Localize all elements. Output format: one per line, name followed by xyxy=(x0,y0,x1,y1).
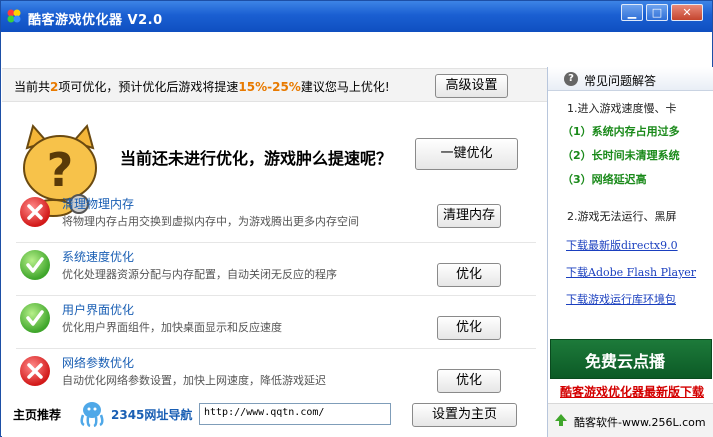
clean-memory-button[interactable]: 清理内存 xyxy=(437,204,501,228)
home-recommend-label: 主页推荐 xyxy=(13,408,62,422)
one-click-optimize-button[interactable]: 一键优化 xyxy=(415,138,518,170)
faq-sidebar: ? 常见问题解答 1.进入游戏速度慢、卡 （1）系统内存占用过多 （2）长时间未… xyxy=(547,67,713,437)
summary-suffix: 建议您马上优化! xyxy=(300,80,390,94)
sidebar-footer: 酷客软件-www.256L.com xyxy=(548,403,713,437)
window-title: 酷客游戏优化器 V2.0 xyxy=(28,13,163,28)
flash-download-link[interactable]: 下载Adobe Flash Player xyxy=(566,264,696,280)
runtime-download-link[interactable]: 下载游戏运行库环境包 xyxy=(566,291,676,307)
summary-prefix: 当前共 xyxy=(14,80,51,94)
speedup-percent: 15%-25% xyxy=(238,80,301,94)
list-item-ui: 用户界面优化 优化用户界面组件，加快桌面显示和反应速度 优化 xyxy=(16,297,536,349)
set-homepage-button[interactable]: 设置为主页 xyxy=(412,403,517,427)
faq-question-2: 2.游戏无法运行、黑屏 xyxy=(567,210,677,223)
item-title: 网络参数优化 xyxy=(62,356,135,370)
faq-answer-2: （2）长时间未清理系统 xyxy=(562,149,680,162)
faq-answer-3: （3）网络延迟高 xyxy=(562,173,647,186)
ok-status-icon xyxy=(20,303,50,333)
item-description: 自动优化网络参数设置，加快上网速度，降低游戏延迟 xyxy=(62,374,326,387)
maximize-button[interactable]: □ xyxy=(646,4,668,21)
summary-text: 当前共2项可优化，预计优化后游戏将提速15%-25%建议您马上优化! xyxy=(14,78,390,95)
latest-version-download-link[interactable]: 酷客游戏优化器最新版下载 xyxy=(560,383,704,400)
footer-site-text: 酷客软件-www.256L.com xyxy=(574,416,706,429)
optimize-network-button[interactable]: 优化 xyxy=(437,369,501,393)
faq-question-1: 1.进入游戏速度慢、卡 xyxy=(567,102,677,115)
banner-text: 免费云点播 xyxy=(585,352,666,371)
cloud-play-banner[interactable]: 免费云点播 xyxy=(550,339,712,379)
close-button[interactable]: ✕ xyxy=(671,4,703,21)
item-title: 系统速度优化 xyxy=(62,250,135,264)
svg-text:?: ? xyxy=(47,143,74,197)
optimization-status-message: 当前还未进行优化，游戏肿么提速呢？ xyxy=(120,149,393,168)
app-window: 酷客游戏优化器 V2.0 ▁ □ ✕ 当前共2项可优化，预计优化后游戏将提速15… xyxy=(0,0,713,437)
list-item-network: 网络参数优化 自动优化网络参数设置，加快上网速度，降低游戏延迟 优化 xyxy=(16,350,536,402)
ok-status-icon xyxy=(20,250,50,280)
item-description: 优化用户界面组件，加快桌面显示和反应速度 xyxy=(62,321,282,334)
summary-bar: 当前共2项可优化，预计优化后游戏将提速15%-25%建议您马上优化! 高级设置 xyxy=(2,68,547,102)
question-icon: ? xyxy=(564,72,578,86)
faq-title: 常见问题解答 xyxy=(584,74,657,88)
summary-middle: 项可优化，预计优化后游戏将提速 xyxy=(58,80,239,94)
minimize-button[interactable]: ▁ xyxy=(621,4,643,21)
faq-header: ? 常见问题解答 xyxy=(548,67,713,91)
app-logo-icon xyxy=(7,9,21,23)
directx-download-link[interactable]: 下载最新版directx9.0 xyxy=(566,237,678,253)
faq-answer-1: （1）系统内存占用过多 xyxy=(562,125,680,138)
2345-nav-link[interactable]: 2345网址导航 xyxy=(111,406,192,423)
list-item-system-speed: 系统速度优化 优化处理器资源分配与内存配置，自动关闭无反应的程序 优化 xyxy=(16,244,536,296)
item-description: 将物理内存占用交换到虚拟内存中，为游戏腾出更多内存空间 xyxy=(62,215,359,228)
item-description: 优化处理器资源分配与内存配置，自动关闭无反应的程序 xyxy=(62,268,337,281)
item-title: 用户界面优化 xyxy=(62,303,135,317)
upload-arrow-icon xyxy=(555,414,567,426)
homepage-url-input[interactable]: http://www.qqtn.com/ xyxy=(199,403,391,425)
error-status-icon xyxy=(20,356,50,386)
optimize-system-button[interactable]: 优化 xyxy=(437,263,501,287)
main-panel: 当前共2项可优化，预计优化后游戏将提速15%-25%建议您马上优化! 高级设置 … xyxy=(2,32,547,437)
optimize-ui-button[interactable]: 优化 xyxy=(437,316,501,340)
title-bar[interactable]: 酷客游戏优化器 V2.0 ▁ □ ✕ xyxy=(1,1,712,32)
list-item-memory: 清理物理内存 将物理内存占用交换到虚拟内存中，为游戏腾出更多内存空间 清理内存 xyxy=(16,191,536,243)
error-status-icon xyxy=(20,197,50,227)
octopus-mascot-icon xyxy=(80,402,104,427)
item-title: 清理物理内存 xyxy=(62,197,135,211)
advanced-settings-button[interactable]: 高级设置 xyxy=(435,74,508,98)
